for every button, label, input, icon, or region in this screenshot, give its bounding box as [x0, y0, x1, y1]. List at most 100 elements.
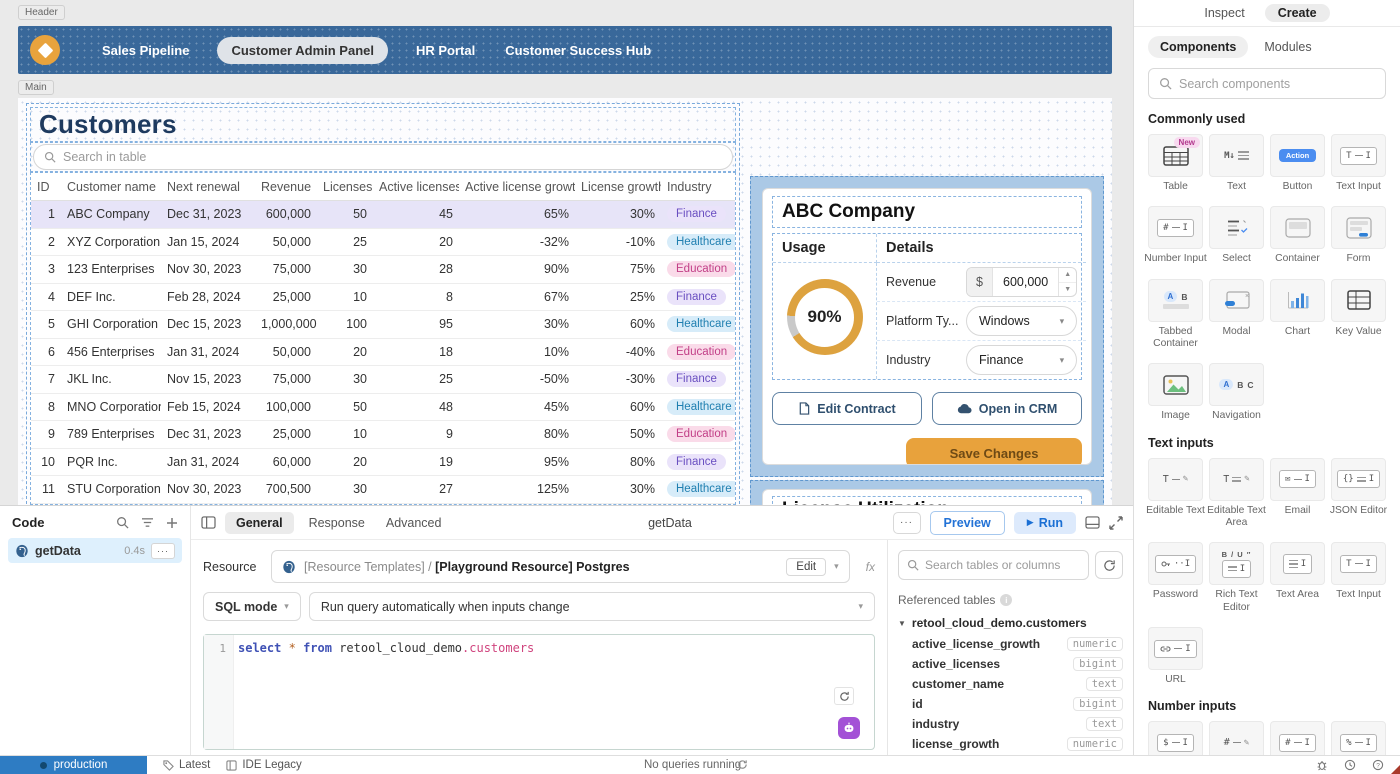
version-latest[interactable]: Latest	[163, 759, 210, 771]
tab-general[interactable]: General	[225, 512, 294, 534]
table-row[interactable]: 5 GHI Corporation Dec 15, 2023 1,000,000…	[31, 311, 735, 339]
table-search-input[interactable]	[63, 150, 722, 164]
schema-field-row[interactable]: customer_name text	[912, 674, 1123, 694]
run-button[interactable]: ▶Run	[1014, 512, 1076, 534]
collapse-panel-icon[interactable]	[201, 516, 216, 529]
query-options-menu[interactable]: ···	[893, 512, 921, 534]
tab-inspect[interactable]: Inspect	[1204, 6, 1244, 20]
tab-advanced[interactable]: Advanced	[380, 512, 448, 534]
component-card[interactable]: Form	[1331, 206, 1386, 265]
edit-contract-button[interactable]: Edit Contract	[772, 392, 922, 425]
filter-icon[interactable]	[141, 517, 154, 528]
debug-icon[interactable]	[1316, 759, 1328, 771]
info-icon[interactable]: i	[1000, 594, 1012, 606]
open-in-crm-button[interactable]: Open in CRM	[932, 392, 1082, 425]
revenue-stepper[interactable]: ▲▼	[1058, 268, 1076, 296]
component-card[interactable]: × Modal	[1209, 279, 1264, 351]
component-card[interactable]: ✉I Email	[1270, 458, 1325, 530]
component-card[interactable]: TI Text Input	[1331, 542, 1386, 614]
component-card[interactable]: #✎ Editable Number	[1209, 721, 1264, 755]
ai-assistant-button[interactable]	[838, 717, 860, 739]
component-card[interactable]: T✎ Editable Text	[1148, 458, 1203, 530]
table-row[interactable]: 9 789 Enterprises Dec 31, 2023 25,000 10…	[31, 421, 735, 449]
refresh-schema-icon[interactable]	[1095, 551, 1123, 579]
tab-response[interactable]: Response	[303, 512, 371, 534]
schema-field-row[interactable]: id bigint	[912, 694, 1123, 714]
queries-refresh-icon[interactable]	[737, 759, 748, 773]
industry-select[interactable]: Finance ▾	[966, 345, 1077, 375]
chevron-expanded-icon[interactable]: ▼	[898, 619, 906, 628]
environment-selector[interactable]: production	[0, 756, 147, 774]
tab-modules[interactable]: Modules	[1264, 40, 1311, 54]
nav-tab[interactable]: Customer Success Hub	[503, 37, 653, 64]
add-query-icon[interactable]	[166, 517, 178, 529]
component-card[interactable]: ABC Navigation	[1209, 363, 1264, 422]
search-icon[interactable]	[116, 516, 129, 529]
column-header[interactable]: Customer name	[61, 180, 161, 194]
schema-search-input[interactable]	[925, 558, 1080, 572]
resource-selector[interactable]: [Resource Templates] / [Playground Resou…	[271, 550, 850, 583]
sql-mode-select[interactable]: SQL mode▾	[203, 592, 301, 621]
schema-field-row[interactable]: industry text	[912, 714, 1123, 734]
app-logo[interactable]	[30, 35, 60, 65]
query-more-menu[interactable]: ···	[151, 543, 175, 559]
component-card[interactable]: I URL	[1148, 627, 1203, 686]
chevron-down-icon[interactable]: ▾	[834, 561, 839, 572]
table-header-row[interactable]: ID Customer name Next renewal Revenue Li…	[31, 173, 735, 201]
refresh-query-icon[interactable]	[834, 687, 854, 705]
column-header[interactable]: License growth	[575, 180, 661, 194]
table-row[interactable]: 6 456 Enterprises Jan 31, 2024 50,000 20…	[31, 339, 735, 367]
components-search-input[interactable]	[1179, 77, 1375, 91]
stepper-up-icon[interactable]: ▲	[1059, 268, 1076, 283]
table-row[interactable]: 8 MNO Corporation Feb 15, 2024 100,000 5…	[31, 394, 735, 422]
revenue-input[interactable]: $ 600,000 ▲▼	[966, 267, 1077, 297]
column-header[interactable]: Industry	[661, 180, 735, 194]
component-card[interactable]: B / U ″I Rich Text Editor	[1209, 542, 1264, 614]
expand-panel-icon[interactable]	[1109, 516, 1123, 530]
component-card[interactable]: New Table	[1148, 134, 1203, 193]
table-row[interactable]: 2 XYZ Corporation Jan 15, 2024 50,000 25…	[31, 229, 735, 257]
component-card[interactable]: Key Value	[1331, 279, 1386, 351]
table-row[interactable]: 3 123 Enterprises Nov 30, 2023 75,000 30…	[31, 256, 735, 284]
table-row[interactable]: 7 JKL Inc. Nov 15, 2023 75,000 30 25 -50…	[31, 366, 735, 394]
component-card[interactable]: Image	[1148, 363, 1203, 422]
column-header[interactable]: Licenses	[317, 180, 373, 194]
edit-resource-button[interactable]: Edit	[786, 558, 826, 576]
component-card[interactable]: Container	[1270, 206, 1325, 265]
component-card[interactable]: #I Number Input	[1148, 206, 1203, 265]
schema-field-row[interactable]: active_licenses bigint	[912, 654, 1123, 674]
tab-create[interactable]: Create	[1265, 4, 1330, 22]
schema-table-node[interactable]: ▼ retool_cloud_demo.customers	[898, 616, 1123, 630]
table-row[interactable]: 10 PQR Inc. Jan 31, 2024 60,000 20 19 95…	[31, 449, 735, 477]
save-changes-button[interactable]: Save Changes	[906, 438, 1082, 465]
license-utilization-widget[interactable]: License Utilization	[750, 480, 1104, 505]
table-row[interactable]: 11 STU Corporation Nov 30, 2023 700,500 …	[31, 476, 735, 504]
nav-tab[interactable]: Sales Pipeline	[100, 37, 191, 64]
component-card[interactable]: I Text Area	[1270, 542, 1325, 614]
column-header[interactable]: Next renewal	[161, 180, 255, 194]
ide-legacy-toggle[interactable]: IDE Legacy	[226, 759, 301, 771]
component-card[interactable]: T✎ Editable Text Area	[1209, 458, 1264, 530]
preview-button[interactable]: Preview	[930, 511, 1005, 535]
table-row[interactable]: 4 DEF Inc. Feb 28, 2024 25,000 10 8 67% …	[31, 284, 735, 312]
help-icon[interactable]: ?	[1372, 759, 1384, 771]
nav-tab[interactable]: HR Portal	[414, 37, 477, 64]
component-card[interactable]: Select	[1209, 206, 1264, 265]
component-card[interactable]: {}I JSON Editor	[1331, 458, 1386, 530]
stepper-down-icon[interactable]: ▼	[1059, 283, 1076, 297]
customers-table-widget[interactable]: Customers ID Customer name Next renewal …	[26, 103, 740, 505]
component-card[interactable]: #I Number Input	[1270, 721, 1325, 755]
component-card[interactable]: Chart	[1270, 279, 1325, 351]
nav-tab[interactable]: Customer Admin Panel	[217, 37, 388, 64]
table-row[interactable]: 1 ABC Company Dec 31, 2023 600,000 50 45…	[31, 201, 735, 229]
component-card[interactable]: ··I Password	[1148, 542, 1203, 614]
component-card[interactable]: %I Percent	[1331, 721, 1386, 755]
sql-code-line[interactable]: select * from retool_cloud_demo.customer…	[234, 635, 538, 749]
component-card[interactable]: Action Button	[1270, 134, 1325, 193]
layout-toggle-icon[interactable]	[1085, 516, 1100, 529]
sql-editor[interactable]: 1 select * from retool_cloud_demo.custom…	[203, 634, 875, 750]
query-list-item[interactable]: getData 0.4s ···	[8, 538, 182, 563]
column-header[interactable]: ID	[31, 180, 61, 194]
component-card[interactable]: M↓ Text	[1209, 134, 1264, 193]
schema-field-row[interactable]: active_license_growth numeric	[912, 634, 1123, 654]
